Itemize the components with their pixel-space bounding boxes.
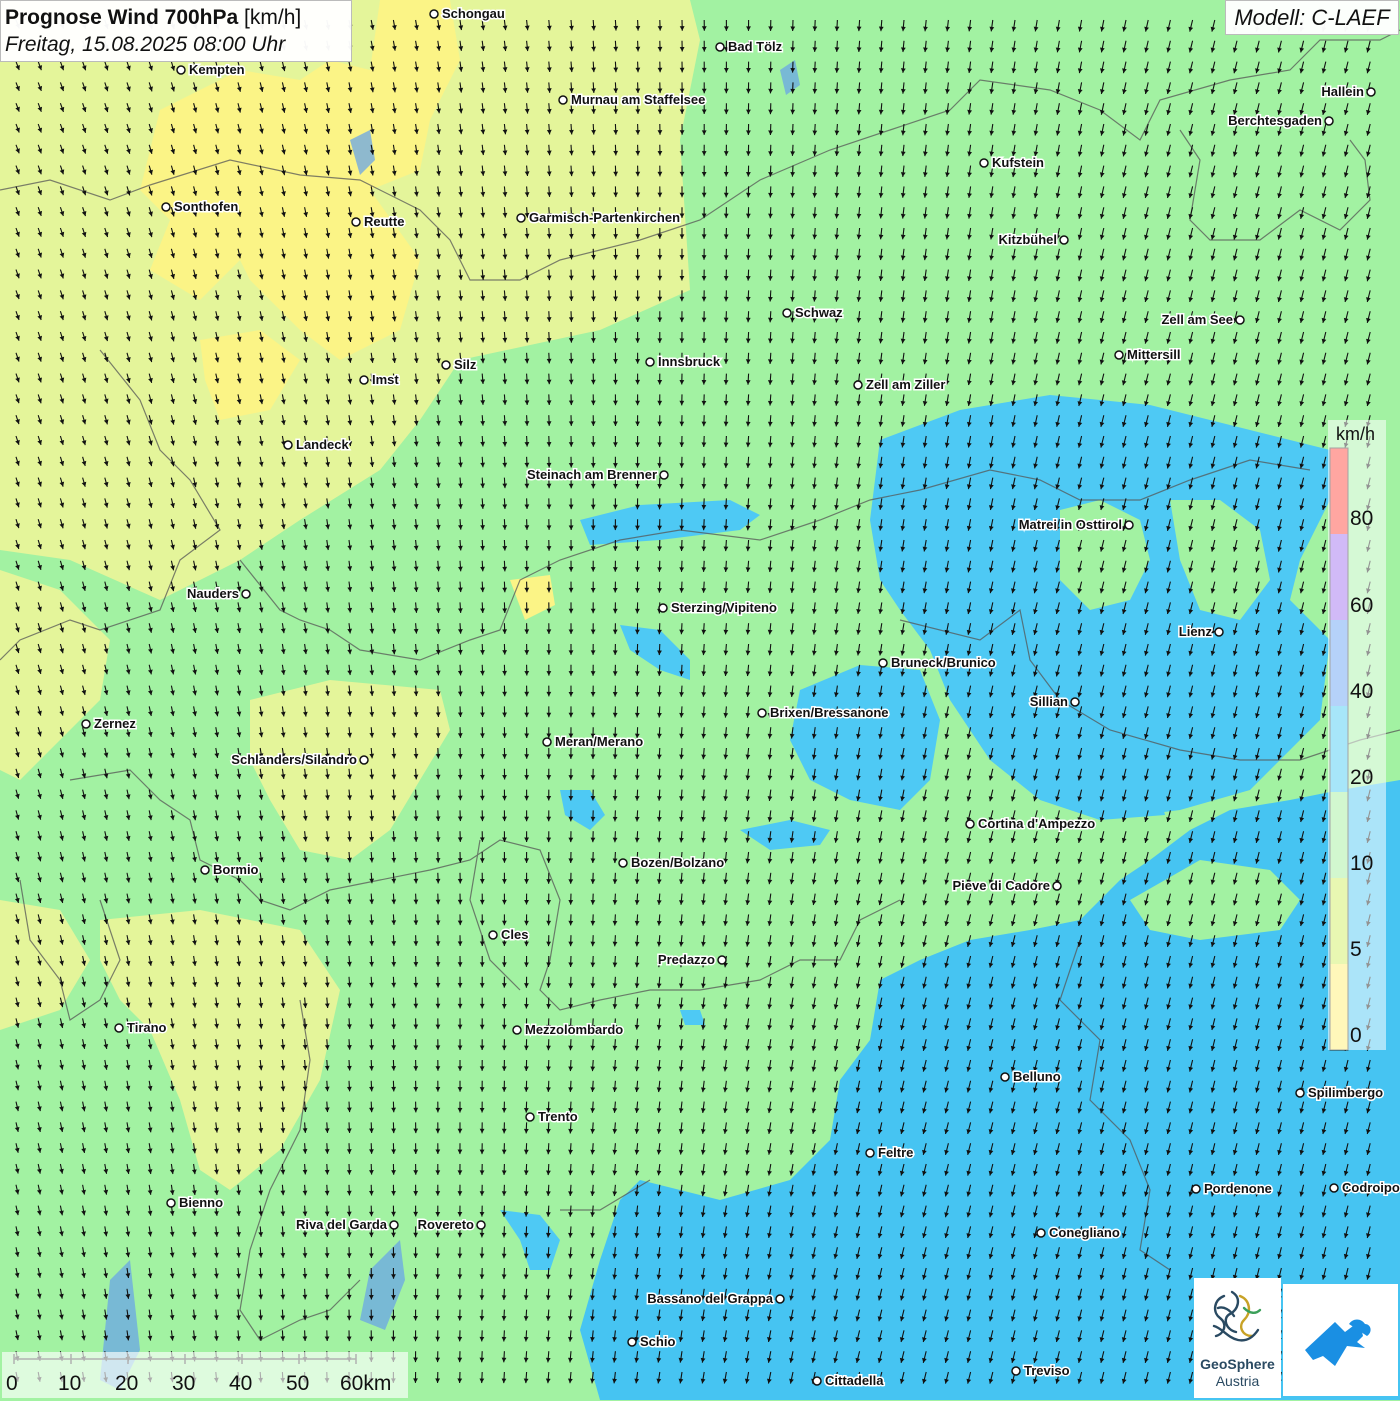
wind-map[interactable]: SchongauBad TölzKemptenMurnau am Staffel… <box>0 0 1400 1400</box>
